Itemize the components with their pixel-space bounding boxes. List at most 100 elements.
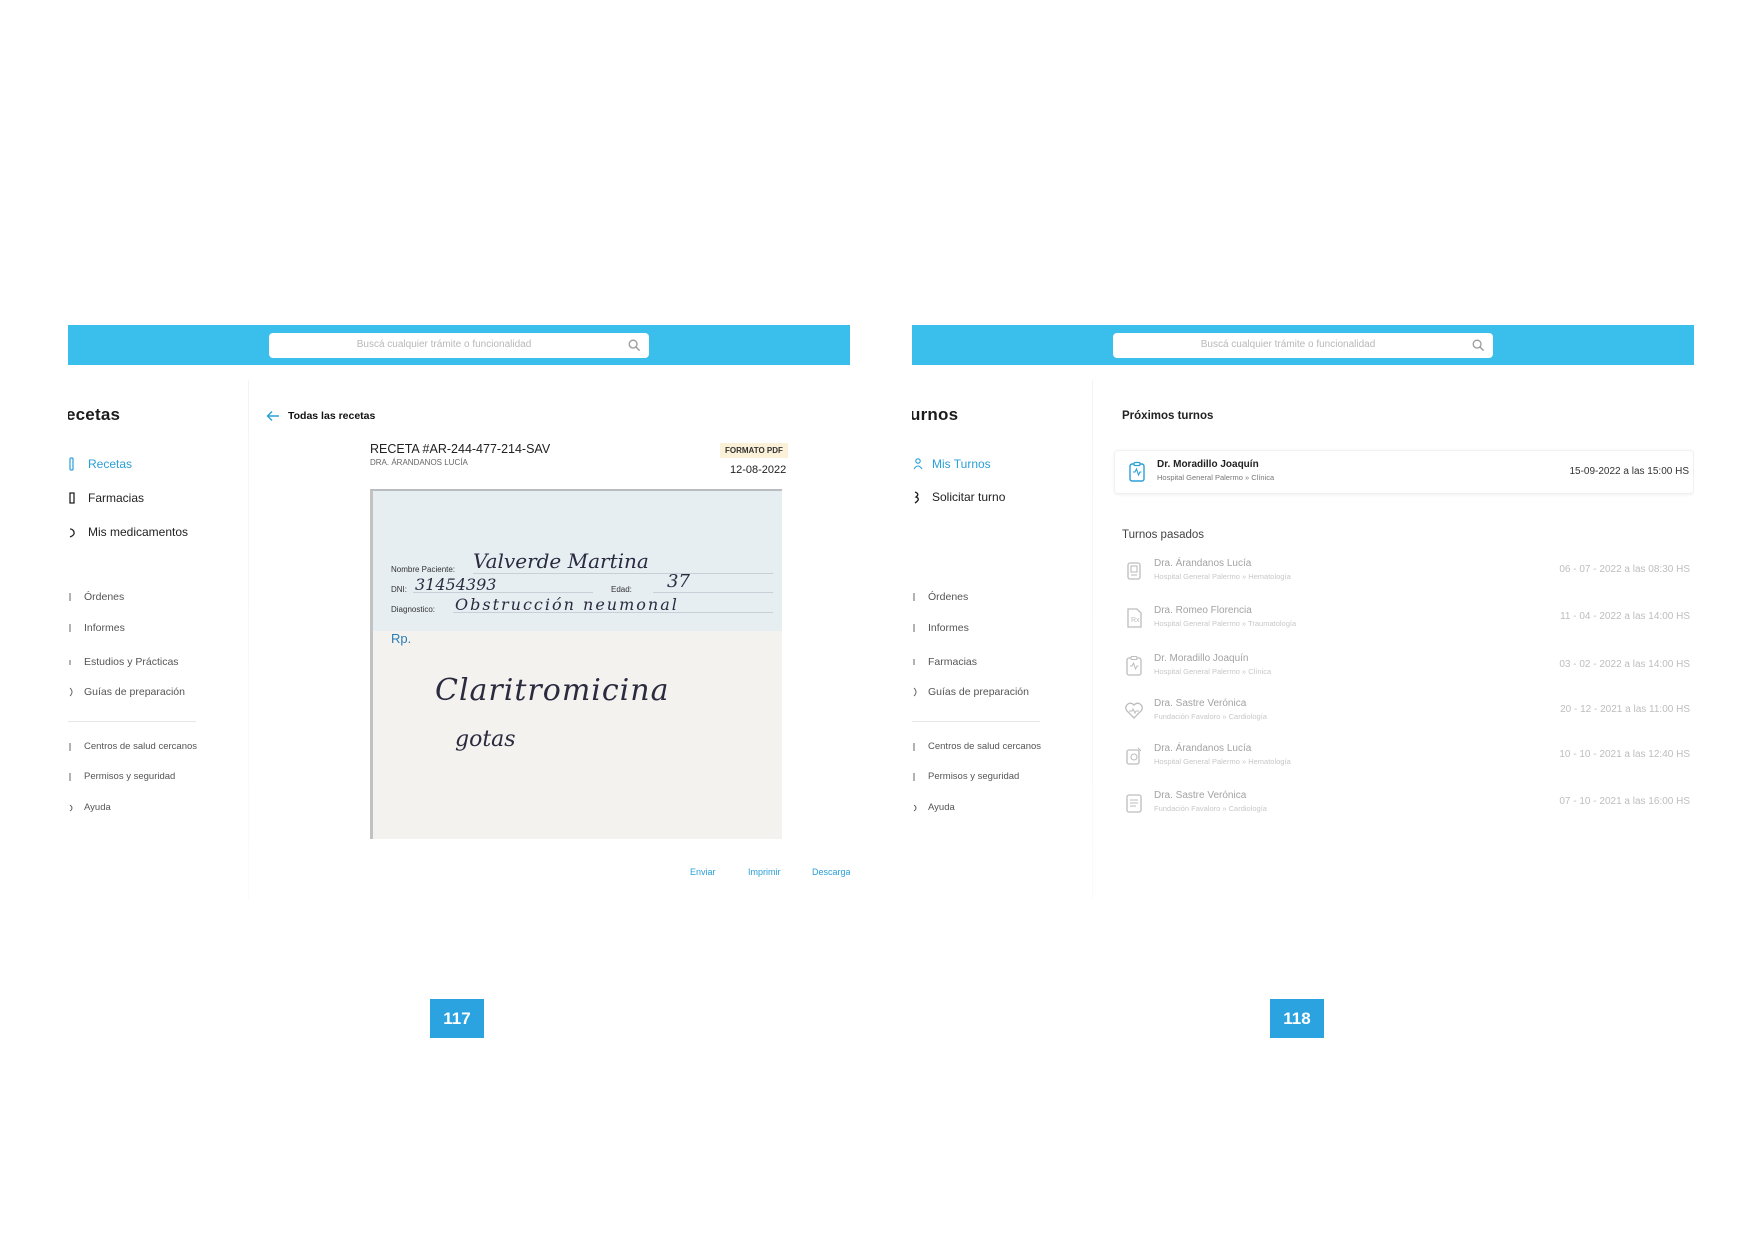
upcoming-title: Próximos turnos	[1122, 410, 1214, 422]
section-title: urnos	[912, 405, 959, 424]
page-number: 118	[1270, 999, 1324, 1038]
search-icon[interactable]	[628, 339, 641, 352]
sidebar-item-farmacias[interactable]: Farmacias	[68, 491, 144, 505]
sidebar-item-informes[interactable]: Informes	[68, 622, 125, 634]
medication-handwriting: Claritromicina	[435, 673, 670, 708]
past-appointment-row[interactable]: Dr. Moradillo Joaquín Hospital General P…	[1114, 650, 1694, 690]
appointment-doctor: Dr. Moradillo Joaquín	[1157, 459, 1259, 470]
past-appointment-row[interactable]: Rx Dra. Romeo Florencia Hospital General…	[1114, 602, 1694, 642]
sidebar-item-label: Permisos y seguridad	[928, 771, 1020, 782]
lock-icon	[68, 772, 76, 782]
guides-icon	[912, 687, 920, 697]
past-appointment-row[interactable]: Dra. Sastre Verónica Fundación Favaloro …	[1114, 787, 1694, 827]
location-icon	[68, 742, 76, 752]
dosage-handwriting: gotas	[455, 727, 516, 752]
diagnosis-label: Diagnostico:	[391, 605, 436, 614]
appointment-doctor: Dra. Árandanos Lucía	[1154, 558, 1252, 569]
top-bar: Buscá cualquier trámite o funcionalidad	[68, 325, 850, 365]
clipboard-icon	[1127, 461, 1147, 483]
dni-handwriting: 31454393	[415, 575, 497, 594]
sidebar-item-label: Guías de preparación	[928, 686, 1029, 698]
sidebar-item-centros[interactable]: Centros de salud cercanos	[68, 741, 197, 752]
request-appointment-icon	[912, 490, 924, 504]
sidebar-item-informes[interactable]: Informes	[912, 622, 969, 634]
appointment-place: Hospital General Palermo » Hematología	[1154, 757, 1291, 766]
patient-label: Nombre Paciente:	[391, 565, 456, 574]
sidebar-item-mis-medicamentos[interactable]: Mis medicamentos	[68, 525, 188, 539]
sidebar-item-centros[interactable]: Centros de salud cercanos	[912, 741, 1041, 752]
appointment-date: 20 - 12 - 2021 a las 11:00 HS	[1560, 704, 1690, 715]
appointment-place: Fundación Favaloro » Cardiología	[1154, 712, 1267, 721]
print-link[interactable]: Imprimir	[748, 867, 781, 877]
sidebar-item-label: Permisos y seguridad	[84, 771, 176, 782]
calendar-user-icon	[912, 457, 924, 471]
sidebar-item-estudios[interactable]: Estudios y Prácticas	[68, 656, 179, 668]
sidebar-item-label: Ayuda	[928, 802, 955, 813]
turnos-screen: Buscá cualquier trámite o funcionalidad …	[912, 325, 1694, 900]
prescription-doc-icon: Rx	[1124, 607, 1144, 629]
sidebar-item-ayuda[interactable]: Ayuda	[912, 802, 955, 813]
sidebar-item-guias[interactable]: Guías de preparación	[68, 686, 185, 698]
appointment-date: 03 - 02 - 2022 a las 14:00 HS	[1559, 659, 1690, 670]
orders-icon	[912, 592, 920, 602]
patient-handwriting: Valverde Martina	[473, 549, 649, 573]
sidebar-item-label: Farmacias	[928, 656, 978, 668]
sidebar-item-ordenes[interactable]: Órdenes	[912, 591, 968, 603]
dni-label: DNI:	[391, 585, 407, 594]
sidebar-item-farmacias[interactable]: Farmacias	[912, 656, 977, 668]
appointment-date: 15-09-2022 a las 15:00 HS	[1569, 466, 1689, 477]
appointment-doctor: Dra. Árandanos Lucía	[1154, 743, 1252, 754]
prescription-date: 12-08-2022	[730, 464, 787, 476]
search-icon[interactable]	[1472, 339, 1485, 352]
back-link-label: Todas las recetas	[288, 410, 376, 422]
sidebar-item-ordenes[interactable]: Órdenes	[68, 591, 124, 603]
back-link[interactable]: Todas las recetas	[266, 410, 375, 422]
pharmacy-icon	[912, 657, 920, 667]
past-appointment-row[interactable]: Dra. Árandanos Lucía Hospital General Pa…	[1114, 555, 1694, 595]
guides-icon	[68, 687, 76, 697]
sidebar-item-permisos[interactable]: Permisos y seguridad	[912, 771, 1019, 782]
sidebar-item-ayuda[interactable]: Ayuda	[68, 802, 111, 813]
lock-icon	[912, 772, 920, 782]
sidebar-item-label: Órdenes	[928, 591, 969, 603]
prescription-title: RECETA #AR-244-477-214-SAV	[370, 442, 551, 456]
sidebar-item-recetas[interactable]: Recetas	[68, 457, 132, 471]
reports-icon	[912, 623, 920, 633]
pharmacy-icon	[68, 491, 80, 505]
orders-icon	[68, 592, 76, 602]
sidebar-item-label: Informes	[84, 622, 125, 634]
upcoming-appointment-card[interactable]: Dr. Moradillo Joaquín Hospital General P…	[1114, 450, 1694, 494]
sidebar-item-label: Órdenes	[84, 591, 125, 603]
appointment-doctor: Dra. Romeo Florencia	[1154, 605, 1252, 616]
download-link[interactable]: Descargar	[812, 867, 850, 877]
search-placeholder: Buscá cualquier trámite o funcionalidad	[356, 339, 532, 350]
rp-label: Rp.	[391, 631, 412, 646]
sidebar-item-solicitar-turno[interactable]: Solicitar turno	[912, 490, 1005, 504]
past-appointment-row[interactable]: Dra. Sastre Verónica Fundación Favaloro …	[1114, 695, 1694, 735]
sidebar-item-label: Centros de salud cercanos	[928, 741, 1042, 752]
search-input[interactable]: Buscá cualquier trámite o funcionalidad	[1113, 333, 1493, 358]
appointment-date: 07 - 10 - 2021 a las 16:00 HS	[1559, 796, 1690, 807]
reports-icon	[68, 623, 76, 633]
appointment-date: 11 - 04 - 2022 a las 14:00 HS	[1560, 611, 1690, 622]
form-line	[473, 573, 773, 574]
sidebar-item-mis-turnos[interactable]: Mis Turnos	[912, 457, 991, 471]
medication-icon	[68, 525, 80, 539]
appointment-doctor: Dra. Sastre Verónica	[1154, 698, 1247, 709]
appointment-place: Hospital General Palermo » Clínica	[1157, 473, 1275, 482]
report-icon	[1124, 792, 1144, 814]
top-bar: Buscá cualquier trámite o funcionalidad	[912, 325, 1694, 365]
send-link[interactable]: Enviar	[690, 867, 716, 877]
search-placeholder: Buscá cualquier trámite o funcionalidad	[1200, 339, 1376, 350]
past-title: Turnos pasados	[1122, 529, 1205, 541]
sidebar-item-label: Farmacias	[88, 491, 145, 505]
search-input[interactable]: Buscá cualquier trámite o funcionalidad	[269, 333, 649, 358]
sidebar-item-label: Estudios y Prácticas	[84, 656, 179, 668]
past-appointment-row[interactable]: Dra. Árandanos Lucía Hospital General Pa…	[1114, 740, 1694, 780]
svg-text:Rx: Rx	[1131, 617, 1140, 624]
age-handwriting: 37	[667, 571, 690, 592]
sidebar-item-permisos[interactable]: Permisos y seguridad	[68, 771, 175, 782]
sidebar-item-label: Ayuda	[84, 802, 111, 813]
sidebar-item-label: Recetas	[88, 457, 133, 471]
sidebar-item-guias[interactable]: Guías de preparación	[912, 686, 1029, 698]
